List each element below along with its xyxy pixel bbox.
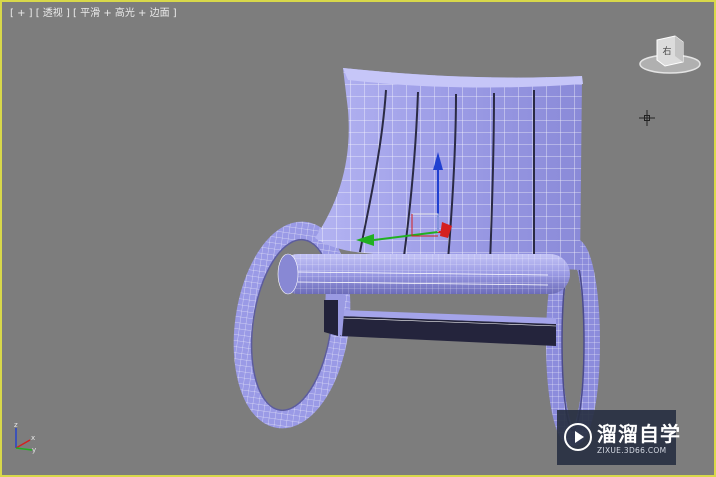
lower-stretcher[interactable] [339, 310, 557, 346]
crosshair-icon [639, 110, 655, 126]
chair-seat[interactable] [315, 68, 583, 270]
viewcube-face-label: 右 [662, 47, 672, 57]
watermark-url: ZIXUE.3D66.COM [597, 446, 667, 455]
play-logo-icon [564, 423, 592, 451]
viewcube-navigator[interactable]: 右 [637, 30, 703, 78]
world-axis-tripod-icon: z x y [14, 421, 36, 454]
axis-z-label: z [14, 421, 18, 429]
left-leg-shadow [324, 300, 338, 336]
watermark-banner: 溜溜自学 ZIXUE.3D66.COM [557, 410, 680, 465]
axis-x-label: x [31, 434, 35, 442]
front-cross-bar[interactable] [277, 253, 570, 295]
watermark-title: 溜溜自学 [597, 422, 681, 446]
rocking-chair-model[interactable] [0, 0, 716, 477]
axis-y-label: y [32, 446, 36, 454]
